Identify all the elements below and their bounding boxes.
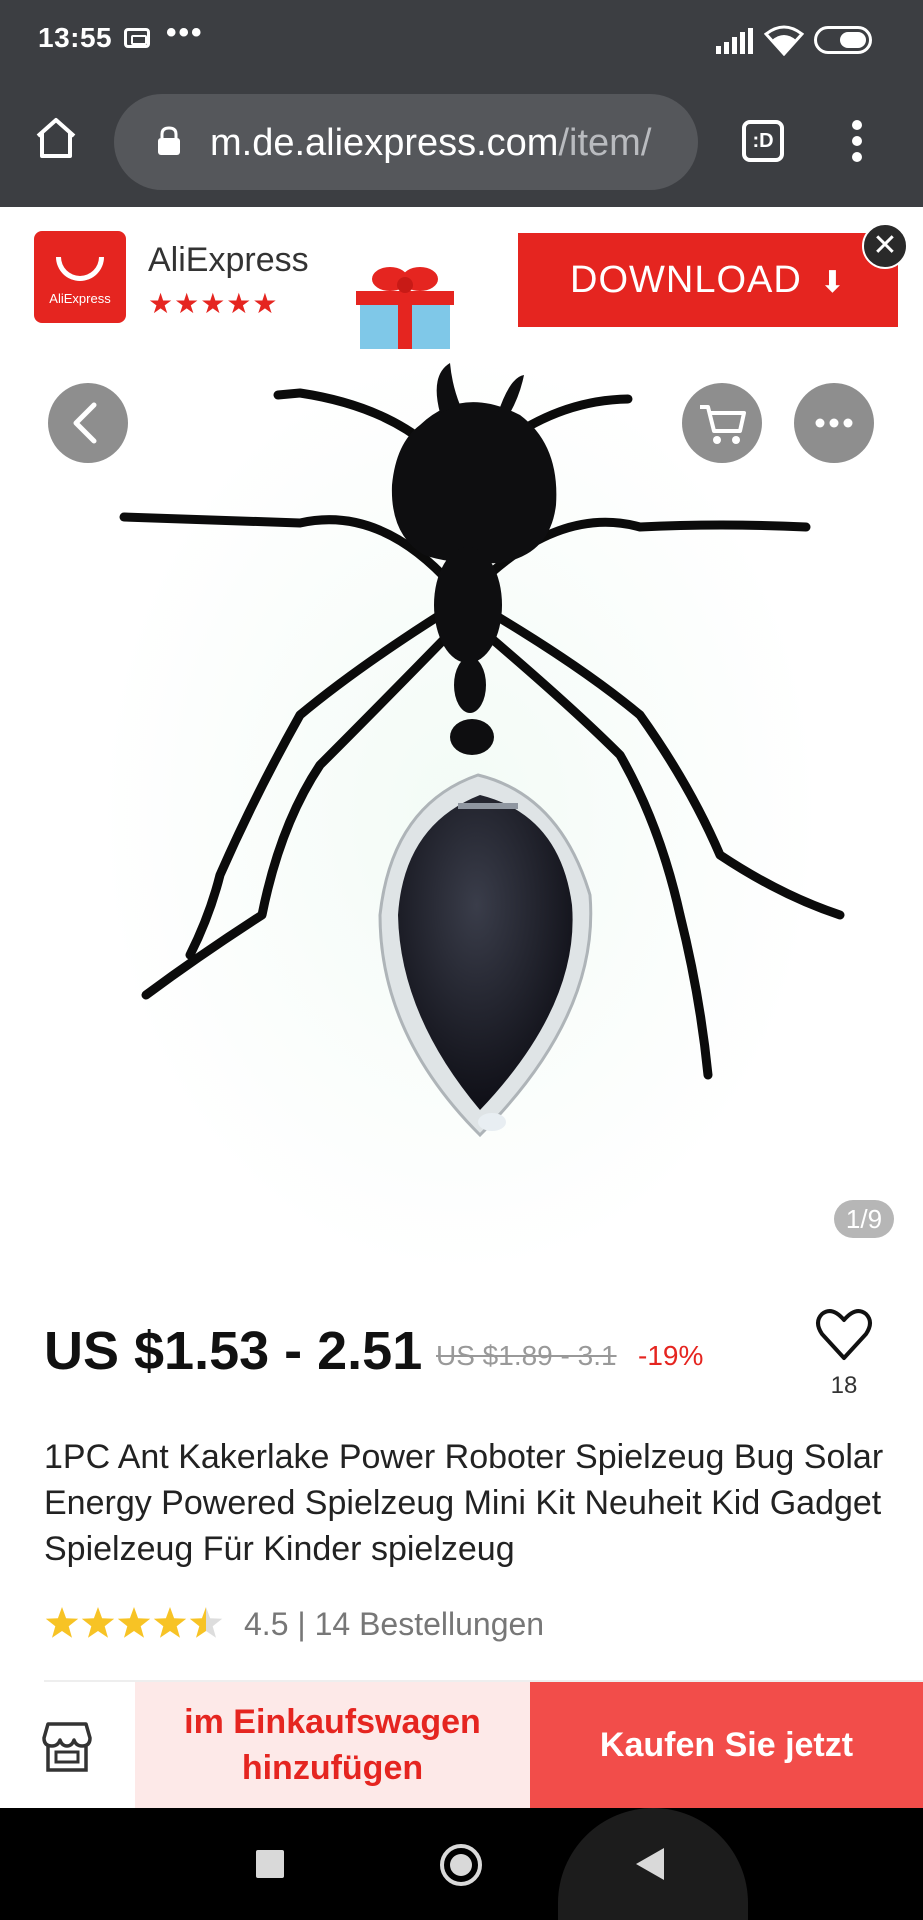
gift-icon [356, 267, 454, 349]
browser-toolbar: m.de.aliexpress.com/item/ :D [0, 90, 923, 190]
home-nav-icon[interactable] [440, 1844, 482, 1886]
download-label: DOWNLOAD [570, 259, 802, 301]
rating-star [153, 1607, 187, 1638]
recents-icon[interactable] [256, 1850, 284, 1878]
product-title: 1PC Ant Kakerlake Power Roboter Spielzeu… [44, 1438, 884, 1568]
url-text: m.de.aliexpress.com/item/ [210, 122, 651, 165]
wishlist-count: 18 [830, 1372, 858, 1399]
status-more-icon: ••• [166, 16, 204, 49]
back-button[interactable] [48, 383, 128, 463]
more-options-button[interactable] [794, 383, 874, 463]
url-path: /item/ [558, 122, 652, 164]
home-icon[interactable] [32, 114, 80, 162]
price: US $1.53 - 2.51 [44, 1321, 423, 1381]
cart-icon [700, 405, 746, 444]
rating-star [189, 1607, 223, 1638]
product-image [100, 355, 845, 1275]
tabs-button[interactable]: :D [742, 120, 784, 162]
buy-now-button[interactable]: Kaufen Sie jetzt [530, 1682, 923, 1808]
app-banner: AliExpress AliExpress ★★★★★ DOWNLOAD ⬇ ✕ [0, 207, 923, 355]
system-nav-bar [0, 1808, 923, 1920]
battery-icon [814, 26, 872, 54]
rating-star [81, 1607, 115, 1638]
store-button[interactable] [0, 1682, 135, 1808]
browser-chrome: 13:55 ••• m.de.aliexpress.com/item/ :D [0, 0, 923, 207]
status-bar: 13:55 ••• [0, 0, 923, 80]
price-section: US $1.53 - 2.51 US $1.89 - 3.1 -19% 18 [0, 1300, 923, 1410]
add-to-cart-button[interactable]: im Einkaufswagen hinzufügen [135, 1682, 530, 1808]
download-button[interactable]: DOWNLOAD ⬇ [518, 233, 898, 327]
lock-icon [158, 126, 180, 155]
original-price: US $1.89 - 3.1 [436, 1340, 617, 1371]
action-bar: im Einkaufswagen hinzufügen Kaufen Sie j… [0, 1682, 923, 1808]
download-icon: ⬇ [819, 266, 846, 299]
cart-button[interactable] [682, 383, 762, 463]
logo-text: AliExpress [49, 291, 111, 306]
product-image-gallery[interactable]: 1/9 [0, 355, 923, 1275]
sim-icon [124, 28, 150, 48]
more-vert-icon[interactable] [848, 118, 868, 164]
chevron-left-icon [73, 402, 97, 444]
address-bar[interactable]: m.de.aliexpress.com/item/ [114, 94, 698, 190]
image-page-indicator: 1/9 [834, 1200, 894, 1238]
discount-badge: -19% [638, 1340, 704, 1371]
rating-and-orders: 4.5 | 14 Bestellungen [244, 1606, 545, 1642]
store-icon [42, 1722, 92, 1772]
signal-icon [716, 28, 753, 54]
rating-star [45, 1607, 79, 1638]
rating-stars [45, 1607, 223, 1638]
status-time: 13:55 [38, 22, 113, 53]
back-nav-icon[interactable] [636, 1848, 664, 1880]
aliexpress-logo: AliExpress [34, 231, 126, 323]
heart-icon[interactable] [814, 1306, 874, 1362]
close-banner-icon[interactable]: ✕ [862, 223, 908, 269]
more-horiz-icon [815, 418, 853, 428]
app-name: AliExpress [148, 241, 309, 279]
app-rating-stars: ★★★★★ [148, 288, 279, 319]
url-host: m.de.aliexpress.com [210, 122, 559, 164]
wifi-icon [764, 25, 804, 56]
rating-star [117, 1607, 151, 1638]
